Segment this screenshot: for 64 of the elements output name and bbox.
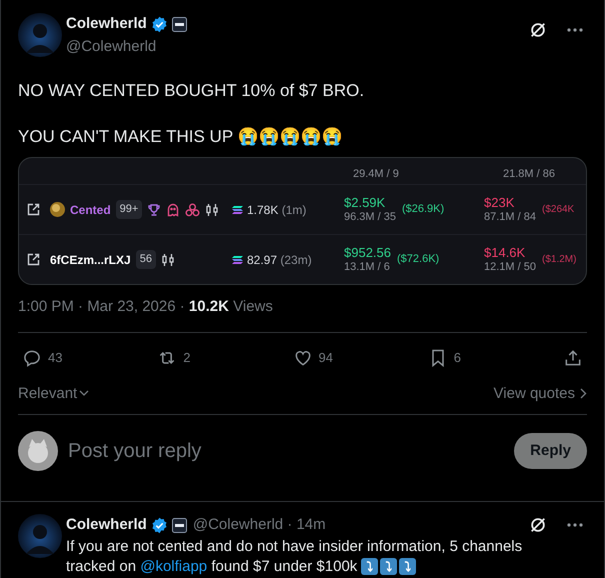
action-count: 94 xyxy=(318,348,333,367)
sell-value: $14.6K xyxy=(484,246,526,260)
sell-usd: ($264K xyxy=(542,203,574,217)
author-name[interactable]: Colewherld xyxy=(66,13,147,36)
avatar[interactable] xyxy=(18,431,58,471)
more-icon[interactable] xyxy=(567,523,583,528)
action-count: 2 xyxy=(183,348,190,367)
trader-name[interactable]: 6fCEzm...rLXJ xyxy=(50,250,131,268)
chevron-right-icon xyxy=(580,388,587,400)
reply-icon[interactable] xyxy=(22,348,42,368)
table-cell-text: 21.8M / 86 xyxy=(503,166,555,182)
arrow-emoji: ⤵ xyxy=(399,558,416,574)
view-quotes-link[interactable]: View quotes xyxy=(494,382,587,405)
count-badge: 99+ xyxy=(116,200,142,219)
post-text: YOU CAN'T MAKE THIS UP 😭😭😭😭😭 xyxy=(18,126,344,148)
count-badge: 56 xyxy=(136,250,156,269)
trophy-icon xyxy=(147,202,162,216)
view-count: 10.2K xyxy=(188,298,229,315)
affiliate-badge-icon xyxy=(172,518,187,533)
trader-name[interactable]: Cented xyxy=(70,200,111,218)
buy-usd: ($72.6K) xyxy=(397,252,440,268)
buy-value: $2.59K xyxy=(344,196,386,210)
author-handle[interactable]: @Colewherld · 14m xyxy=(192,514,326,536)
affiliate-badge-icon xyxy=(172,16,187,32)
cluster-icon xyxy=(185,202,200,216)
post-text: NO WAY CENTED BOUGHT 10% of $7 BRO. xyxy=(18,80,366,102)
candlestick-icon xyxy=(160,252,175,266)
table-cell: 12.1M / 50 xyxy=(484,260,536,274)
external-link-icon[interactable] xyxy=(27,203,40,216)
stripes-icon xyxy=(232,204,243,214)
action-count: 6 xyxy=(454,348,461,367)
author-name[interactable]: Colewherld xyxy=(66,514,147,536)
views-label: Views xyxy=(233,298,273,315)
buy-value: $952.56 xyxy=(344,246,391,260)
stripes-icon xyxy=(232,254,243,264)
reply-text: If you are not cented and do not have insider information, 5 channels tracked on @kolfiapp found $7 under $100k ⤵ ⤵ ⤵ xyxy=(66,536,524,576)
candlestick-icon xyxy=(205,202,220,216)
action-count: 43 xyxy=(48,348,62,367)
mention-link[interactable]: @kolfiapp xyxy=(140,558,208,574)
verified-badge-icon xyxy=(150,16,168,33)
more-icon[interactable] xyxy=(567,28,583,32)
amount-text: 1.78K (1m) xyxy=(247,202,306,218)
arrow-emoji: ⤵ xyxy=(380,558,398,574)
sell-usd: ($1.2M) xyxy=(542,253,576,267)
reply-field[interactable]: Post your reply xyxy=(68,436,504,466)
ghost-icon xyxy=(166,202,180,216)
slashed-circle-icon[interactable] xyxy=(529,516,547,534)
chevron-down-icon xyxy=(79,390,90,398)
reply-button[interactable]: Reply xyxy=(514,433,587,469)
arrow-emoji: ⤵ xyxy=(361,558,378,574)
external-link-icon[interactable] xyxy=(27,253,40,266)
post-timestamp[interactable]: 1:00 PM · Mar 23, 2026 · xyxy=(18,298,185,315)
table-cell-text: 29.4M / 9 xyxy=(353,166,400,182)
amount-text: 82.97 (23m) xyxy=(247,252,312,268)
table-cell: 13.1M / 6 xyxy=(344,260,391,274)
sell-value: $23K xyxy=(484,196,516,210)
author-handle[interactable]: @Colewherld xyxy=(66,36,529,58)
slashed-circle-icon[interactable] xyxy=(529,21,547,39)
buy-usd: ($26.9K) xyxy=(402,202,444,218)
verified-badge-icon xyxy=(150,516,168,534)
share-icon[interactable] xyxy=(563,348,583,368)
table-cell: 96.3M / 35 xyxy=(344,210,396,224)
table-cell: 87.1M / 84 xyxy=(484,210,536,224)
sort-dropdown[interactable]: Relevant xyxy=(18,382,90,405)
